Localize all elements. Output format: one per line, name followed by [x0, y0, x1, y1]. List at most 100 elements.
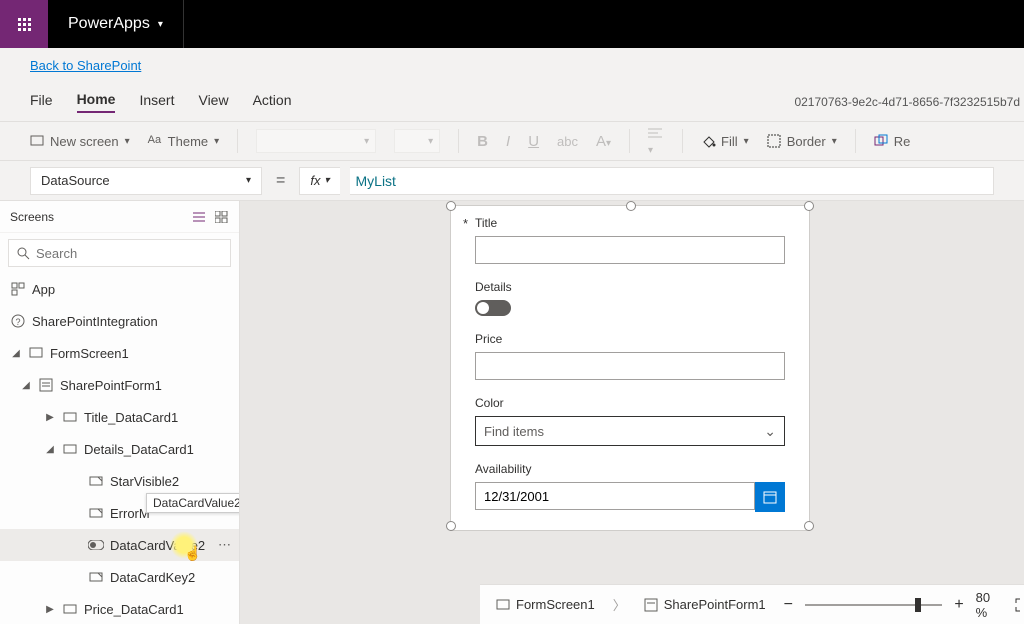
title-input[interactable]: [475, 236, 785, 264]
fit-to-window-button[interactable]: [1015, 598, 1024, 612]
tab-file[interactable]: File: [30, 92, 53, 112]
fill-icon: [701, 134, 715, 148]
divider: [855, 129, 856, 153]
svg-text:?: ?: [15, 317, 20, 327]
tree-item-formscreen1[interactable]: ◢ FormScreen1: [0, 337, 239, 369]
tree-view: App ? SharePointIntegration ◢ FormScreen…: [0, 273, 239, 624]
field-label-color: Color: [475, 396, 785, 410]
property-selector[interactable]: DataSource ▾: [30, 167, 262, 195]
field-label-price: Price: [475, 332, 785, 346]
font-color-button[interactable]: A▾: [596, 133, 611, 150]
chevron-down-icon: ▾: [832, 136, 837, 147]
label-icon: [88, 473, 104, 489]
reorder-button[interactable]: Re: [874, 134, 911, 149]
file-id-label: 02170763-9e2c-4d71-8656-7f3232515b7d: [794, 95, 1020, 109]
app-name[interactable]: PowerApps ▾: [48, 15, 183, 33]
form-icon: [644, 598, 658, 612]
strikethrough-button[interactable]: abc: [557, 134, 578, 149]
more-options-button[interactable]: ⋯: [218, 537, 231, 553]
label-icon: [88, 505, 104, 521]
tab-action[interactable]: Action: [253, 92, 292, 112]
theme-icon: Aa: [148, 134, 162, 148]
tree-item-label: App: [32, 282, 55, 297]
zoom-percent-label: 80 %: [976, 590, 1003, 620]
availability-date-input[interactable]: [475, 482, 755, 510]
tab-home[interactable]: Home: [77, 91, 116, 113]
breadcrumb-form[interactable]: SharePointForm1: [644, 597, 766, 612]
ribbon-toolbar: New screen ▾ Aa Theme ▾ ▾ ▾ B I U abc A▾…: [0, 121, 1024, 161]
tree-item-price-datacard[interactable]: ▶ Price_DataCard1: [0, 593, 239, 624]
bold-button[interactable]: B: [477, 133, 488, 150]
italic-button[interactable]: I: [506, 133, 510, 150]
tree-item-sharepointform1[interactable]: ◢ SharePointForm1: [0, 369, 239, 401]
tab-insert[interactable]: Insert: [139, 92, 174, 112]
expand-icon[interactable]: ▶: [44, 604, 56, 615]
back-to-sharepoint-link[interactable]: Back to SharePoint: [30, 58, 141, 73]
tree-item-app[interactable]: App: [0, 273, 239, 305]
chevron-down-icon: ⌄: [764, 423, 776, 440]
divider: [629, 129, 630, 153]
tree-item-sharepoint-integration[interactable]: ? SharePointIntegration: [0, 305, 239, 337]
expand-icon[interactable]: ◢: [10, 348, 22, 359]
tree-item-details-datacard[interactable]: ◢ Details_DataCard1: [0, 433, 239, 465]
app-icon: [10, 281, 26, 297]
canvas[interactable]: * Title Details Price Color Find items ⌄: [240, 201, 1024, 624]
tree-search-input[interactable]: [8, 239, 231, 267]
expand-icon[interactable]: ◢: [20, 380, 32, 391]
new-screen-button[interactable]: New screen ▾: [30, 134, 130, 149]
tree-item-datacardvalue2[interactable]: DataCardValue2 ⋯ ☝: [0, 529, 239, 561]
zoom-slider[interactable]: [805, 604, 942, 606]
selection-handle[interactable]: [804, 521, 814, 531]
list-view-icon[interactable]: [193, 211, 207, 223]
screen-icon: [30, 134, 44, 148]
app-launcher-button[interactable]: [0, 0, 48, 48]
field-label-details: Details: [475, 280, 785, 294]
tree-item-label: SharePointIntegration: [32, 314, 158, 329]
tree-item-errormessage2[interactable]: ErrorM DataCardValue2: [0, 497, 239, 529]
tree-search-field[interactable]: [36, 246, 222, 261]
breadcrumb-screen[interactable]: FormScreen1: [496, 597, 595, 612]
breadcrumb-form-label: SharePointForm1: [664, 597, 766, 612]
underline-button[interactable]: U: [528, 133, 539, 150]
required-indicator: *: [463, 216, 468, 231]
selection-handle[interactable]: [446, 521, 456, 531]
zoom-slider-thumb[interactable]: [915, 598, 921, 612]
zoom-in-button[interactable]: +: [954, 596, 963, 614]
color-placeholder: Find items: [484, 424, 544, 439]
border-label: Border: [787, 134, 826, 149]
formula-input[interactable]: MyList: [350, 167, 995, 195]
tree-view-title: Screens: [10, 210, 54, 224]
toggle-icon: [88, 537, 104, 553]
divider: [237, 129, 238, 153]
form-preview[interactable]: * Title Details Price Color Find items ⌄: [450, 205, 810, 531]
reorder-icon: [874, 134, 888, 148]
align-button[interactable]: ▾: [648, 127, 664, 156]
expand-icon[interactable]: ▶: [44, 412, 56, 423]
chevron-down-icon: ▾: [744, 136, 749, 147]
fx-button[interactable]: fx ▾: [299, 167, 339, 195]
chevron-down-icon: ▾: [158, 19, 163, 30]
chevron-down-icon: ▾: [214, 136, 219, 147]
breadcrumb-screen-label: FormScreen1: [516, 597, 595, 612]
tab-view[interactable]: View: [198, 92, 228, 112]
tree-item-datacardkey2[interactable]: DataCardKey2: [0, 561, 239, 593]
font-size-dropdown[interactable]: ▾: [394, 129, 440, 153]
tree-item-label: ErrorM: [110, 506, 150, 521]
tree-item-label: StarVisible2: [110, 474, 179, 489]
calendar-button[interactable]: [755, 482, 785, 512]
screen-icon: [28, 345, 44, 361]
screen-icon: [496, 598, 510, 612]
thumbnail-view-icon[interactable]: [215, 211, 229, 223]
price-input[interactable]: [475, 352, 785, 380]
border-button[interactable]: Border ▾: [767, 134, 837, 149]
expand-icon[interactable]: ◢: [44, 444, 56, 455]
color-combobox[interactable]: Find items ⌄: [475, 416, 785, 446]
fill-button[interactable]: Fill ▾: [701, 134, 749, 149]
theme-button[interactable]: Aa Theme ▾: [148, 134, 220, 149]
availability-datepicker[interactable]: [475, 482, 785, 512]
app-name-label: PowerApps: [68, 15, 150, 33]
font-family-dropdown[interactable]: ▾: [256, 129, 376, 153]
tree-item-title-datacard[interactable]: ▶ Title_DataCard1: [0, 401, 239, 433]
zoom-out-button[interactable]: −: [784, 596, 793, 614]
details-toggle[interactable]: [475, 300, 511, 316]
